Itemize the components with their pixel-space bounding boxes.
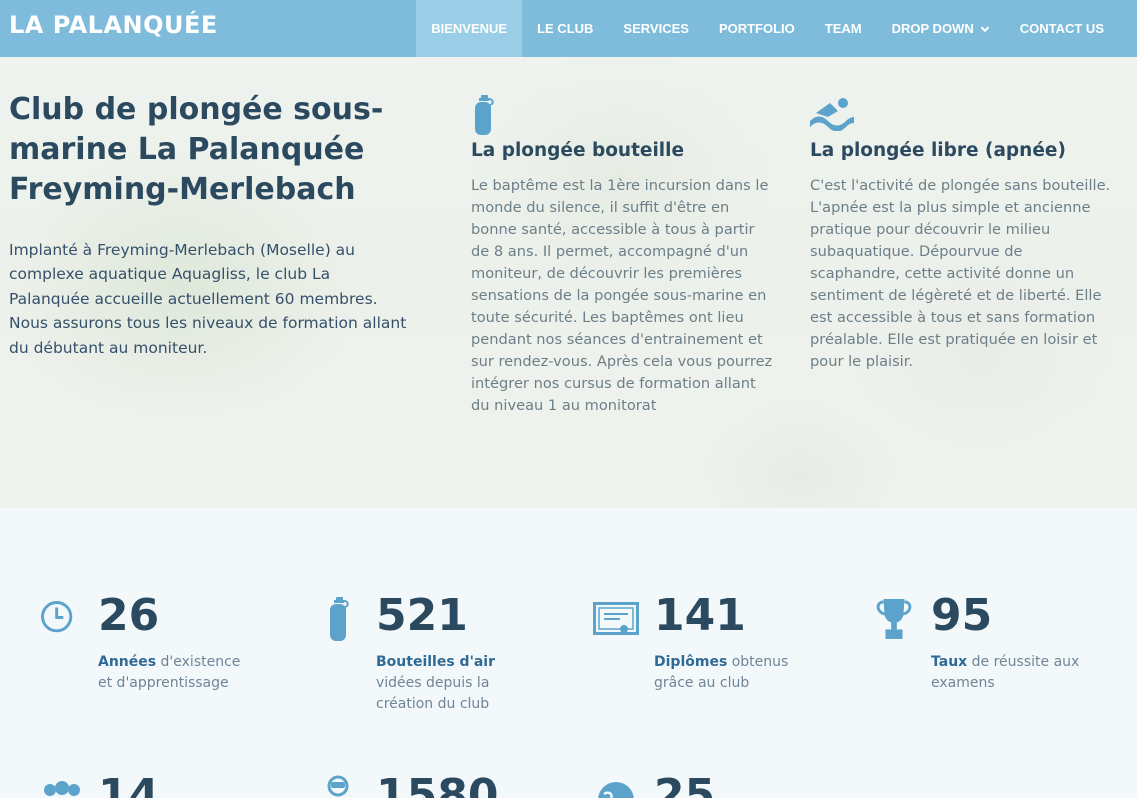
- trophy-icon: [876, 599, 912, 639]
- feature-scuba-title: La plongée bouteille: [471, 140, 685, 161]
- site-logo[interactable]: LA PALANQUÉE: [9, 11, 218, 39]
- stat-success-rate-number: 95: [931, 590, 993, 641]
- nav-item-services[interactable]: SERVICES: [608, 0, 704, 57]
- stat-years-desc: Années d'existence et d'apprentissage: [98, 652, 258, 694]
- stat-diplomas-bold: Diplômes: [654, 654, 728, 670]
- stat-years-bold: Années: [98, 654, 157, 670]
- nav-item-portfolio[interactable]: PORTFOLIO: [704, 0, 810, 57]
- diver-icon: [327, 775, 349, 797]
- scuba-tank-icon: [330, 597, 349, 641]
- diploma-icon: [593, 602, 639, 635]
- swimmer-icon: [810, 95, 1115, 139]
- feature-freediving-title: La plongée libre (apnée): [810, 140, 1066, 161]
- scuba-tank-icon: [471, 95, 776, 139]
- nav-item-team[interactable]: TEAM: [810, 0, 877, 57]
- users-icon: [44, 781, 80, 796]
- stat-dives-number: 1580: [376, 770, 499, 798]
- stat-tanks-bold: Bouteilles d'air: [376, 654, 495, 670]
- feature-scuba: La plongée bouteille Le baptême est la 1…: [471, 95, 776, 417]
- site-header: LA PALANQUÉE BIENVENUE LE CLUB SERVICES …: [0, 0, 1137, 57]
- feature-freediving-text: C'est l'activité de plongée sans bouteil…: [810, 177, 1111, 370]
- stat-diplomas-number: 141: [654, 590, 746, 641]
- stat-success-rate-desc: Taux de réussite aux examens: [931, 652, 1091, 694]
- hero-intro-text: Implanté à Freyming-Merlebach (Moselle) …: [9, 241, 407, 357]
- main-nav: BIENVENUE LE CLUB SERVICES PORTFOLIO TEA…: [416, 0, 1119, 57]
- chevron-down-icon: [980, 26, 989, 32]
- stat-tanks-number: 521: [376, 590, 468, 641]
- globe-icon: [598, 782, 634, 798]
- nav-item-le-club[interactable]: LE CLUB: [522, 0, 608, 57]
- stat-years-number: 26: [98, 590, 160, 641]
- nav-item-drop-down-label: DROP DOWN: [891, 21, 974, 36]
- nav-item-drop-down[interactable]: DROP DOWN: [877, 0, 1005, 57]
- hero-title: Club de plongée sous-marine La Palanquée…: [9, 92, 384, 207]
- feature-scuba-text: Le baptême est la 1ère incursion dans le…: [471, 177, 773, 414]
- hero-section: Club de plongée sous-marine La Palanquée…: [0, 57, 1137, 508]
- stat-destinations-number: 25: [654, 770, 716, 798]
- feature-freediving: La plongée libre (apnée) C'est l'activit…: [810, 95, 1115, 373]
- stat-tanks-desc: Bouteilles d'air vidées depuis la créati…: [376, 652, 536, 715]
- clock-icon: [41, 601, 73, 633]
- stat-diplomas-desc: Diplômes obtenus grâce au club: [654, 652, 814, 694]
- stat-members-number: 14: [98, 770, 160, 798]
- nav-item-contact-us[interactable]: CONTACT US: [1005, 0, 1119, 57]
- stat-success-rate-bold: Taux: [931, 654, 968, 670]
- nav-item-bienvenue[interactable]: BIENVENUE: [416, 0, 523, 57]
- stat-tanks-text: vidées depuis la création du club: [376, 675, 490, 712]
